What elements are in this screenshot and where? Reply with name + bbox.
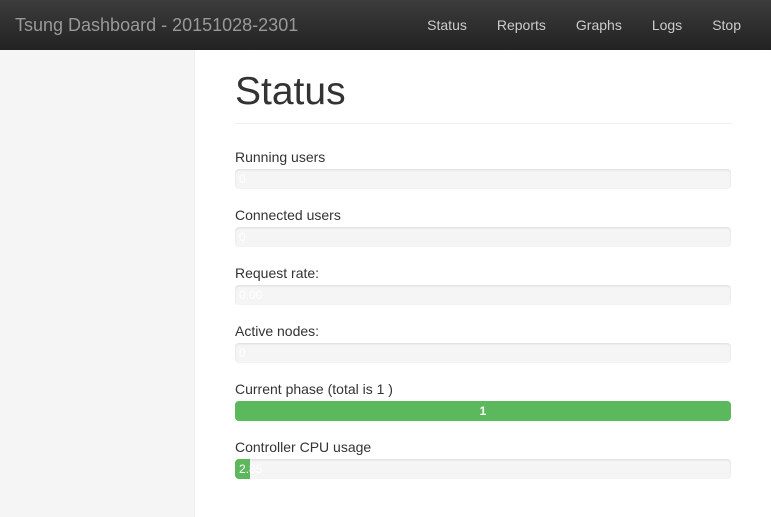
sidebar [0,50,195,517]
metric-current-phase: Current phase (total is 1 ) 1 [235,381,731,421]
progress-bar-request-rate: 0.00 [235,285,731,305]
nav-reports[interactable]: Reports [482,2,561,48]
progress-value: 0 [235,343,246,363]
progress-value: 0 [235,169,246,189]
container: Status Running users 0 Connected users 0… [0,50,771,517]
progress-bar-active-nodes: 0 [235,343,731,363]
main-content: Status Running users 0 Connected users 0… [195,50,771,517]
metric-label: Request rate: [235,265,731,281]
page-title: Status [235,70,731,124]
metric-connected-users: Connected users 0 [235,207,731,247]
nav-status[interactable]: Status [412,2,482,48]
metric-label: Connected users [235,207,731,223]
navbar-brand[interactable]: Tsung Dashboard - 20151028-2301 [15,0,298,51]
metric-active-nodes: Active nodes: 0 [235,323,731,363]
progress-bar-controller-cpu: 2.85 [235,459,731,479]
metric-controller-cpu: Controller CPU usage 2.85 [235,439,731,479]
metric-request-rate: Request rate: 0.00 [235,265,731,305]
progress-value: 0 [235,227,246,247]
progress-value: 0.00 [235,285,262,305]
progress-value: 2.85 [235,462,266,476]
nav-logs[interactable]: Logs [637,2,697,48]
metric-label: Running users [235,149,731,165]
progress-fill: 2.85 [235,459,250,479]
nav-graphs[interactable]: Graphs [561,2,637,48]
progress-fill: 1 [235,401,731,421]
progress-bar-connected-users: 0 [235,227,731,247]
navbar: Tsung Dashboard - 20151028-2301 Status R… [0,0,771,50]
metric-label: Current phase (total is 1 ) [235,381,731,397]
progress-bar-running-users: 0 [235,169,731,189]
navbar-nav: Status Reports Graphs Logs Stop [412,2,756,48]
progress-bar-current-phase: 1 [235,401,731,421]
metric-running-users: Running users 0 [235,149,731,189]
nav-stop[interactable]: Stop [697,2,756,48]
metric-label: Controller CPU usage [235,439,731,455]
metric-label: Active nodes: [235,323,731,339]
